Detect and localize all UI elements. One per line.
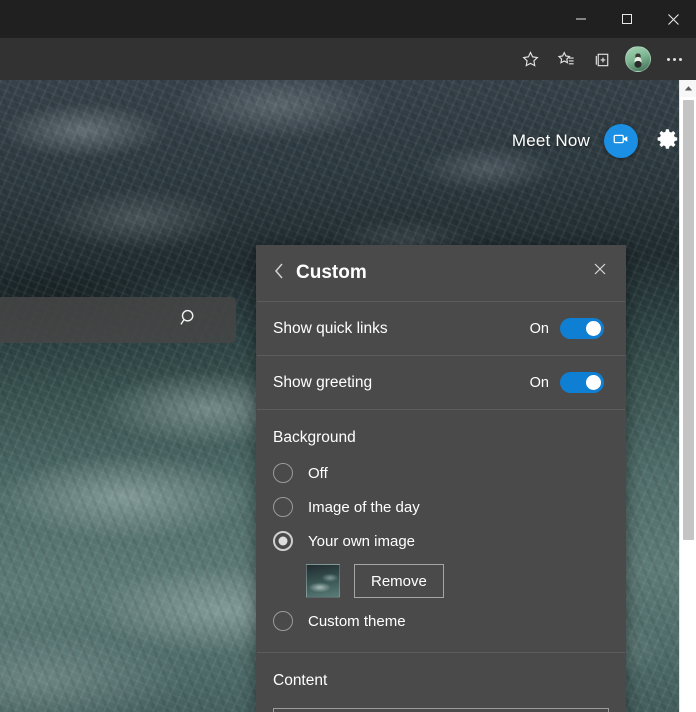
- close-icon: [593, 262, 607, 281]
- minimize-icon: [575, 13, 587, 25]
- favorites-list-icon[interactable]: [548, 41, 584, 77]
- avatar-image: [625, 46, 651, 72]
- radio-option-custom-theme[interactable]: Custom theme: [256, 604, 626, 638]
- browser-window: Meet Now: [0, 0, 696, 712]
- chevron-left-icon: [272, 262, 286, 285]
- radio-button[interactable]: [273, 497, 293, 517]
- background-thumbnail[interactable]: [306, 564, 340, 598]
- setting-label: Show greeting: [273, 374, 530, 392]
- maximize-icon: [621, 13, 633, 25]
- custom-settings-panel: Custom Show quick links On Show greeting…: [256, 245, 626, 712]
- radio-label: Your own image: [308, 533, 415, 550]
- toggle-knob: [586, 375, 601, 390]
- radio-option-off[interactable]: Off: [256, 456, 626, 490]
- back-button[interactable]: [272, 262, 286, 285]
- meet-now-button[interactable]: [604, 124, 638, 158]
- toggle-state-label: On: [530, 321, 549, 337]
- video-camera-icon: [612, 130, 630, 153]
- toggle-state-label: On: [530, 375, 549, 391]
- scrollbar-thumb[interactable]: [683, 100, 694, 540]
- title-bar: [0, 0, 696, 38]
- radio-button[interactable]: [273, 611, 293, 631]
- toolbar-icon-group: [512, 38, 692, 80]
- radio-label: Image of the day: [308, 499, 420, 516]
- background-section-title: Background: [256, 410, 626, 456]
- own-image-row: Remove: [256, 558, 626, 604]
- collections-icon[interactable]: [584, 41, 620, 77]
- radio-option-image-of-the-day[interactable]: Image of the day: [256, 490, 626, 524]
- favorite-star-icon[interactable]: [512, 41, 548, 77]
- close-window-button[interactable]: [650, 0, 696, 38]
- toggle-show-greeting[interactable]: [560, 372, 604, 393]
- close-icon: [667, 13, 680, 26]
- setting-row-show-greeting[interactable]: Show greeting On: [256, 356, 626, 409]
- scroll-up-arrow-icon[interactable]: [680, 80, 696, 97]
- new-tab-page: Meet Now: [0, 80, 696, 712]
- profile-avatar[interactable]: [620, 41, 656, 77]
- setting-row-show-quick-links[interactable]: Show quick links On: [256, 302, 626, 355]
- search-box[interactable]: [0, 297, 236, 343]
- toggle-knob: [586, 321, 601, 336]
- setting-label: Show quick links: [273, 320, 530, 338]
- radio-option-your-own-image[interactable]: Your own image: [256, 524, 626, 558]
- panel-title: Custom: [296, 262, 367, 284]
- radio-button-selected[interactable]: [273, 531, 293, 551]
- content-dropdown[interactable]: Headings only: [273, 708, 609, 712]
- newtab-top-actions: Meet Now: [512, 124, 684, 158]
- search-icon: [178, 307, 200, 334]
- ellipsis-icon: [667, 58, 682, 61]
- panel-header: Custom: [256, 245, 626, 301]
- radio-button[interactable]: [273, 463, 293, 483]
- gear-icon: [655, 126, 681, 157]
- radio-label: Custom theme: [308, 613, 406, 630]
- page-scrollbar[interactable]: [679, 80, 696, 712]
- minimize-button[interactable]: [558, 0, 604, 38]
- toggle-show-quick-links[interactable]: [560, 318, 604, 339]
- meet-now-label: Meet Now: [512, 131, 590, 151]
- panel-close-button[interactable]: [586, 257, 614, 285]
- maximize-button[interactable]: [604, 0, 650, 38]
- settings-more-icon[interactable]: [656, 41, 692, 77]
- radio-label: Off: [308, 465, 328, 482]
- remove-button[interactable]: Remove: [354, 564, 444, 598]
- content-section-title: Content: [256, 653, 626, 699]
